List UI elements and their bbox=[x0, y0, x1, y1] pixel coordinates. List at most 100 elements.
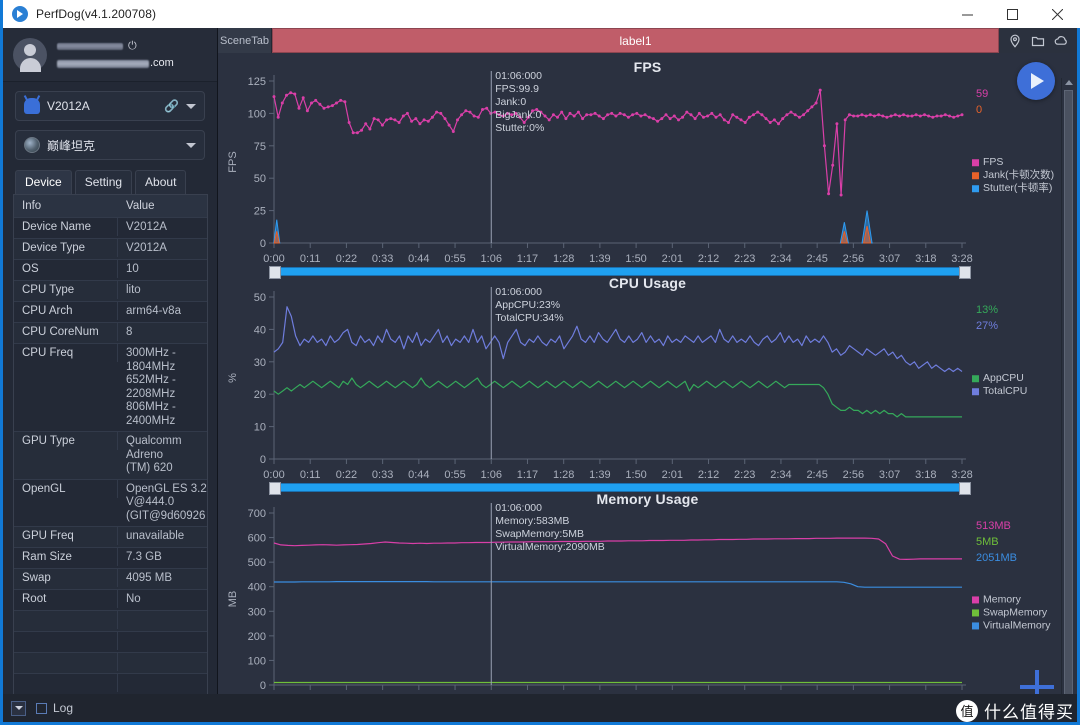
window-controls bbox=[945, 0, 1080, 28]
status-bar: Log bbox=[3, 694, 1077, 722]
svg-text:200: 200 bbox=[248, 631, 266, 643]
scene-icon-group bbox=[999, 28, 1077, 53]
chart-svg: 0 25 50 75 100 125 FPS 0:00 0:11 0:22 0:33 0:44 0:55… bbox=[227, 70, 1054, 265]
svg-text:MB: MB bbox=[227, 591, 239, 608]
cloud-icon[interactable] bbox=[1054, 34, 1069, 48]
app-logo-icon bbox=[12, 6, 28, 22]
chart-title: CPU Usage bbox=[608, 275, 687, 291]
sidebar: ⏻ .com V2012A 🔗 巅峰坦克 Device Setting Abou… bbox=[3, 28, 218, 722]
value-cell: V2012A bbox=[126, 242, 167, 254]
svg-text:100: 100 bbox=[248, 108, 266, 120]
chart-fps: FPS 0 25 50 75 100 125 FPS 0:00 0:11 0:22 0:33 0:44 0… bbox=[218, 53, 1077, 279]
sidebar-tabs: Device Setting About bbox=[3, 169, 217, 194]
play-button[interactable] bbox=[1017, 62, 1055, 100]
minimize-button[interactable] bbox=[945, 0, 990, 28]
svg-text:1:06: 1:06 bbox=[481, 253, 502, 265]
svg-text:1:17: 1:17 bbox=[517, 253, 538, 265]
chevron-down-icon[interactable] bbox=[186, 103, 196, 109]
maximize-button[interactable] bbox=[990, 0, 1035, 28]
series-line bbox=[273, 537, 962, 560]
svg-text:10: 10 bbox=[254, 422, 266, 434]
cursor-tooltip-line: FPS:99.9 bbox=[495, 83, 539, 95]
info-cell: OpenGL bbox=[14, 479, 118, 498]
chart-title: FPS bbox=[633, 59, 662, 75]
device-select[interactable]: V2012A 🔗 bbox=[15, 91, 205, 121]
folder-icon[interactable] bbox=[1031, 34, 1045, 48]
svg-text:50: 50 bbox=[254, 173, 266, 185]
value-cell: 300MHz - 1804MHz 652MHz - 2208MHz 806MHz… bbox=[126, 347, 176, 427]
value-cell: Qualcomm Adreno (TM) 620 bbox=[126, 435, 182, 474]
table-row: GPU Freq unavailable bbox=[14, 526, 207, 547]
svg-text:75: 75 bbox=[254, 141, 266, 153]
app-select-value: 巅峰坦克 bbox=[47, 138, 96, 153]
current-value: 59 bbox=[976, 88, 988, 100]
account-email-redacted bbox=[57, 60, 149, 68]
watermark-mark: 值 bbox=[956, 699, 978, 722]
svg-text:1:06: 1:06 bbox=[481, 469, 502, 481]
close-button[interactable] bbox=[1035, 0, 1080, 28]
svg-text:0:55: 0:55 bbox=[444, 253, 465, 265]
vertical-scrollbar[interactable] bbox=[1061, 78, 1074, 722]
legend-label: Jank(卡顿次数) bbox=[983, 168, 1054, 181]
value-cell: unavailable bbox=[126, 530, 185, 542]
scene-label[interactable]: label1 bbox=[272, 28, 999, 53]
svg-text:100: 100 bbox=[248, 655, 266, 667]
svg-text:3:07: 3:07 bbox=[879, 469, 900, 481]
scrollbar-thumb[interactable] bbox=[1064, 90, 1073, 710]
svg-text:1:50: 1:50 bbox=[625, 253, 646, 265]
power-icon[interactable]: ⏻ bbox=[128, 41, 137, 52]
value-cell: arm64-v8a bbox=[126, 305, 181, 317]
value-cell: 7.3 GB bbox=[126, 551, 162, 563]
scroll-up-arrow-icon[interactable] bbox=[1065, 80, 1073, 85]
info-cell: GPU Freq bbox=[14, 527, 118, 545]
chart-host: FPS 0 25 50 75 100 125 FPS 0:00 0:11 0:22 0:33 0:44 0… bbox=[218, 53, 1077, 721]
svg-text:0: 0 bbox=[260, 680, 266, 692]
account-panel[interactable]: ⏻ .com bbox=[3, 28, 217, 82]
app-select[interactable]: 巅峰坦克 bbox=[15, 130, 205, 160]
svg-text:40: 40 bbox=[254, 324, 266, 336]
legend-label: VirtualMemory bbox=[983, 619, 1051, 631]
chevron-down-icon[interactable] bbox=[186, 142, 196, 148]
chevron-down-icon bbox=[14, 706, 23, 710]
log-checkbox[interactable] bbox=[36, 702, 47, 714]
series-line bbox=[273, 89, 963, 196]
current-value: 5MB bbox=[976, 536, 999, 548]
current-value: 513MB bbox=[976, 520, 1011, 532]
table-row: CPU CoreNum 8 bbox=[14, 322, 207, 343]
table-row: Ram Size 7.3 GB bbox=[14, 547, 207, 568]
location-pin-icon[interactable] bbox=[1008, 34, 1022, 48]
table-row-empty bbox=[14, 673, 207, 694]
tab-device[interactable]: Device bbox=[15, 170, 72, 194]
svg-text:500: 500 bbox=[248, 557, 266, 569]
device-info-table: Info Value Device Name V2012A Device Type V… bbox=[13, 194, 208, 722]
account-text: ⏻ .com bbox=[57, 41, 207, 69]
log-dropdown-button[interactable] bbox=[11, 700, 26, 716]
tab-setting[interactable]: Setting bbox=[74, 170, 133, 194]
value-cell: No bbox=[126, 593, 141, 605]
tab-about[interactable]: About bbox=[135, 170, 187, 194]
svg-text:2:12: 2:12 bbox=[698, 469, 719, 481]
current-value: 27% bbox=[976, 320, 998, 332]
svg-text:50: 50 bbox=[254, 292, 266, 304]
usb-link-icon[interactable]: 🔗 bbox=[164, 99, 179, 113]
scene-tab-button[interactable]: SceneTab bbox=[218, 28, 272, 53]
svg-text:0:33: 0:33 bbox=[372, 469, 393, 481]
window-title: PerfDog(v4.1.200708) bbox=[36, 7, 157, 21]
table-row-empty bbox=[14, 610, 207, 631]
svg-text:2:01: 2:01 bbox=[662, 469, 683, 481]
svg-text:300: 300 bbox=[248, 606, 266, 618]
table-row: GPU Type Qualcomm Adreno (TM) 620 bbox=[14, 431, 207, 479]
info-cell: Device Name bbox=[14, 218, 118, 236]
svg-text:0:44: 0:44 bbox=[408, 469, 429, 481]
value-cell: lito bbox=[126, 284, 141, 296]
svg-text:3:18: 3:18 bbox=[915, 469, 936, 481]
table-row: OS 10 bbox=[14, 259, 207, 280]
svg-text:400: 400 bbox=[248, 582, 266, 594]
svg-text:0:11: 0:11 bbox=[300, 253, 321, 265]
table-row: CPU Type lito bbox=[14, 280, 207, 301]
account-name-redacted bbox=[57, 43, 123, 50]
device-select-value: V2012A bbox=[47, 99, 90, 113]
table-row-empty bbox=[14, 631, 207, 652]
svg-text:1:17: 1:17 bbox=[517, 469, 538, 481]
svg-text:2:45: 2:45 bbox=[806, 253, 827, 265]
